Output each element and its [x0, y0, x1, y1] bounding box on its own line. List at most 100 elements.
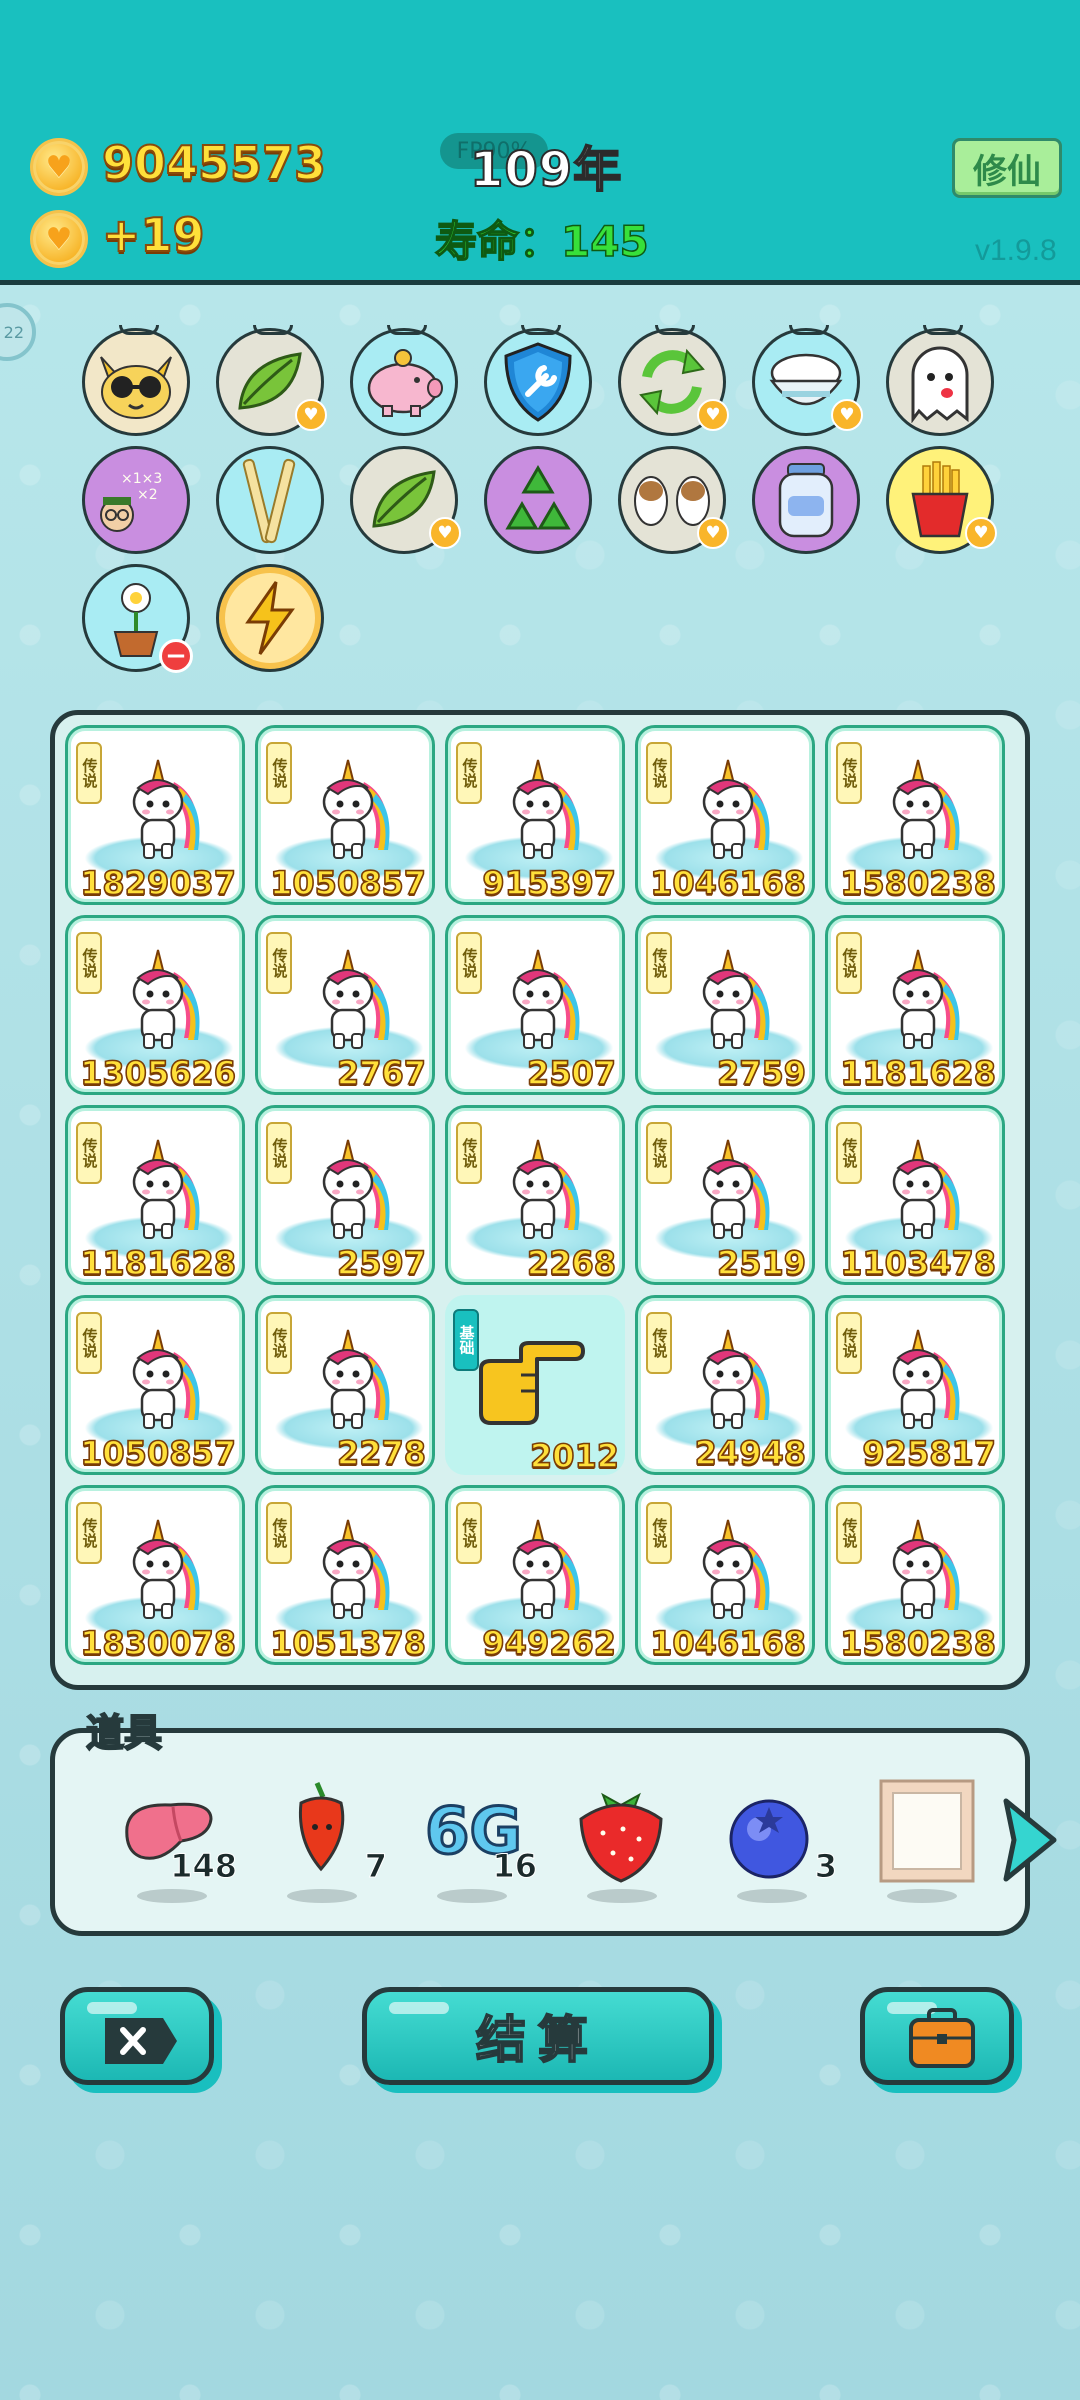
frame-icon[interactable] — [867, 1777, 987, 1907]
props-title: 道具 — [85, 1710, 163, 1756]
svg-text:×1×3: ×1×3 — [121, 471, 162, 487]
legend-tag: 传说 — [76, 1502, 102, 1564]
cultivate-button[interactable]: 修仙 — [952, 138, 1062, 198]
unicorn-icon — [702, 949, 770, 1049]
unicorn-icon — [512, 759, 580, 859]
board-cell-unicorn[interactable]: 传说 1050857 — [255, 725, 435, 905]
rice-bowl-icon[interactable]: ♥ — [752, 325, 863, 436]
shield-wrench-icon[interactable] — [484, 325, 592, 436]
piggy-bank-icon[interactable] — [350, 325, 458, 436]
board-cell-unicorn[interactable]: 传说 1580238 — [825, 1485, 1005, 1665]
cell-value: 1046168 — [649, 863, 806, 902]
cell-value: 1305626 — [79, 1053, 236, 1092]
board-cell-unicorn[interactable]: 传说 1305626 — [65, 915, 245, 1095]
exit-button[interactable] — [60, 1987, 214, 2085]
lightning-icon[interactable] — [216, 564, 324, 672]
cell-value: 925817 — [862, 1433, 997, 1472]
ghost-icon[interactable] — [886, 325, 994, 436]
unicorn-icon — [322, 1519, 390, 1619]
cell-value: 1580238 — [839, 863, 996, 902]
legend-tag: 传说 — [836, 932, 862, 994]
legend-tag: 传说 — [266, 1122, 292, 1184]
board-cell-unicorn[interactable]: 传说 1181628 — [65, 1105, 245, 1285]
prop-count: 148 — [170, 1847, 238, 1886]
board-cell-unicorn[interactable]: 传说 1046168 — [635, 1485, 815, 1665]
board-cell-unicorn[interactable]: 传说 915397 — [445, 725, 625, 905]
coin-total: 9045573 — [101, 135, 327, 191]
lifespan-counter: 寿命：145 — [434, 216, 649, 267]
board-cell-hand[interactable]: 基础 2012 — [445, 1295, 625, 1475]
cell-value: 2278 — [336, 1433, 427, 1472]
fries-icon[interactable]: ♥ — [886, 446, 997, 554]
pointing-hand-icon — [479, 1341, 585, 1425]
board-cell-unicorn[interactable]: 传说 2268 — [445, 1105, 625, 1285]
board-cell-unicorn[interactable]: 传说 1050857 — [65, 1295, 245, 1475]
board-cell-unicorn[interactable]: 传说 1046168 — [635, 725, 815, 905]
chopsticks-icon[interactable] — [216, 446, 324, 554]
heart-badge-icon: ♥ — [965, 517, 997, 549]
chili-icon[interactable]: 7 — [267, 1777, 388, 1907]
board-cell-unicorn[interactable]: 传说 2597 — [255, 1105, 435, 1285]
board-cell-unicorn[interactable]: 传说 2519 — [635, 1105, 815, 1285]
board-cell-unicorn[interactable]: 传说 1830078 — [65, 1485, 245, 1665]
basic-tag: 基础 — [453, 1309, 479, 1371]
cell-value: 2507 — [526, 1053, 617, 1092]
legend-tag: 传说 — [836, 1502, 862, 1564]
board-cell-unicorn[interactable]: 传说 2507 — [445, 915, 625, 1095]
milk-jar-icon[interactable] — [752, 446, 860, 554]
board-cell-unicorn[interactable]: 传说 2759 — [635, 915, 815, 1095]
liver-icon[interactable]: 148 — [117, 1777, 237, 1907]
cell-value: 915397 — [482, 863, 617, 902]
board-cell-unicorn[interactable]: 传说 1181628 — [825, 915, 1005, 1095]
cell-value: 1181628 — [839, 1053, 996, 1092]
board-cell-unicorn[interactable]: 传说 949262 — [445, 1485, 625, 1665]
legend-tag: 传说 — [266, 1312, 292, 1374]
prop-count: 16 — [492, 1847, 538, 1886]
legend-tag: 传说 — [836, 1122, 862, 1184]
bag-button[interactable] — [860, 1987, 1014, 2085]
recycle-icon[interactable] — [484, 446, 592, 554]
cell-value: 949262 — [482, 1623, 617, 1662]
unicorn-icon — [702, 759, 770, 859]
board-cell-unicorn[interactable]: 传说 1580238 — [825, 725, 1005, 905]
unicorn-icon — [892, 1139, 960, 1239]
heart-badge-icon: ♥ — [295, 399, 327, 431]
6g-icon[interactable]: 6G 16 — [417, 1777, 537, 1907]
refresh-icon[interactable]: ♥ — [618, 325, 729, 436]
remove-badge-icon[interactable]: − — [159, 639, 193, 673]
potted-flower-icon[interactable]: − — [82, 564, 193, 673]
prop-count: 7 — [364, 1847, 387, 1886]
leaf-icon[interactable]: ♥ — [216, 325, 327, 436]
cell-value: 2767 — [336, 1053, 427, 1092]
legend-tag: 传说 — [76, 932, 102, 994]
cell-value: 2597 — [336, 1243, 427, 1282]
legend-tag: 传说 — [76, 1122, 102, 1184]
unicorn-icon — [702, 1519, 770, 1619]
cell-value: 24948 — [694, 1433, 807, 1472]
cell-value: 1103478 — [839, 1243, 996, 1282]
board-cell-unicorn[interactable]: 传说 1103478 — [825, 1105, 1005, 1285]
unicorn-icon — [132, 949, 200, 1049]
cell-value: 2268 — [526, 1243, 617, 1282]
board-cell-unicorn[interactable]: 传说 925817 — [825, 1295, 1005, 1475]
twin-cows-icon[interactable]: ♥ — [618, 446, 729, 554]
settle-button[interactable]: 结算 — [362, 1987, 714, 2085]
unicorn-icon — [512, 1519, 580, 1619]
cell-value: 1829037 — [79, 863, 236, 902]
board-cell-unicorn[interactable]: 传说 2278 — [255, 1295, 435, 1475]
strawberry-icon[interactable] — [567, 1777, 687, 1907]
sunglasses-cat-icon[interactable] — [82, 325, 190, 436]
board-cell-unicorn[interactable]: 传说 1829037 — [65, 725, 245, 905]
math-student-icon[interactable]: ×1×3 ×2 — [82, 446, 190, 554]
unicorn-icon — [132, 759, 200, 859]
heart-badge-icon: ♥ — [697, 399, 729, 431]
unicorn-icon — [702, 1139, 770, 1239]
board-cell-unicorn[interactable]: 传说 24948 — [635, 1295, 815, 1475]
leaf-icon[interactable]: ♥ — [350, 446, 461, 554]
board-cell-unicorn[interactable]: 传说 2767 — [255, 915, 435, 1095]
legend-tag: 传说 — [266, 932, 292, 994]
next-page-arrow-icon[interactable] — [1000, 1795, 1060, 1885]
blueberry-icon[interactable]: 3 — [717, 1777, 838, 1907]
board-cell-unicorn[interactable]: 传说 1051378 — [255, 1485, 435, 1665]
cell-value: 1580238 — [839, 1623, 996, 1662]
